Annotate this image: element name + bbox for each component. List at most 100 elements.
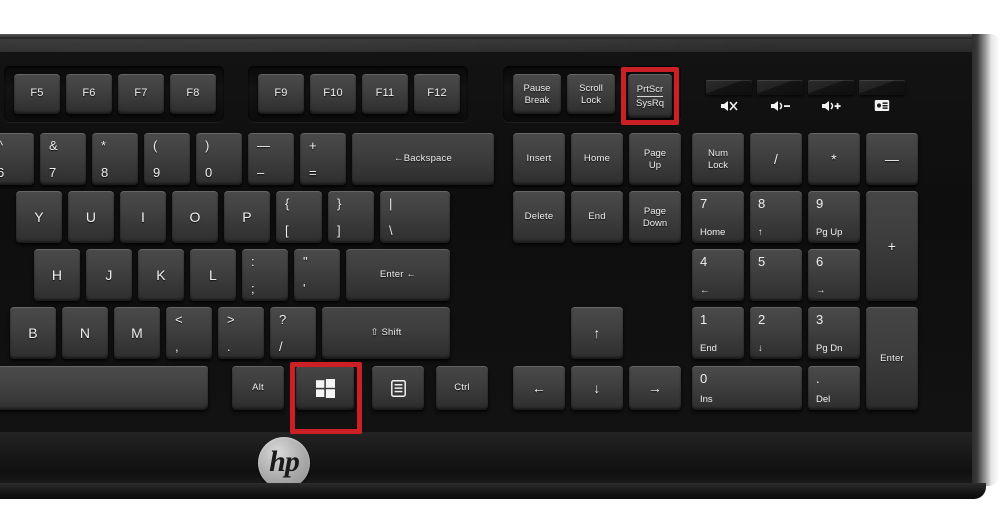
key-slash-bottom-legend: / — [279, 339, 283, 354]
key-b[interactable]: B — [10, 307, 56, 359]
key-8[interactable]: * 8 — [92, 133, 138, 185]
end-key[interactable]: End — [571, 191, 623, 243]
key-p-label: P — [242, 208, 252, 225]
numpad-1-key[interactable]: 1 End — [692, 307, 744, 359]
key-comma-bottom-legend: , — [175, 339, 179, 354]
numpad-1-key-digit: 1 — [700, 312, 708, 327]
page-up-key[interactable]: Page Up — [629, 133, 681, 185]
key-comma[interactable]: <, — [166, 307, 212, 359]
windows-key[interactable] — [296, 366, 354, 410]
right-ctrl-key-label: Ctrl — [454, 382, 470, 394]
numpad-decimal-key[interactable]: . Del — [808, 366, 860, 410]
pause-break-key[interactable]: Pause Break — [513, 74, 561, 114]
numpad-0-key[interactable]: 0 Ins — [692, 366, 802, 410]
arrow-left-key[interactable]: ← — [513, 366, 565, 410]
enter-key[interactable]: Enter ← — [346, 249, 450, 301]
key-i[interactable]: I — [120, 191, 166, 243]
backspace-key[interactable]: ←Backspace — [352, 133, 494, 185]
function-key-f9[interactable]: F9 — [258, 74, 304, 114]
numpad-0-key-function-label: Ins — [700, 394, 713, 405]
home-key-label: Home — [583, 153, 611, 165]
numpad-9-key[interactable]: 9 Pg Up — [808, 191, 860, 243]
key-minus[interactable]: — – — [248, 133, 294, 185]
key-j[interactable]: J — [86, 249, 132, 301]
volume-up-key[interactable] — [808, 80, 854, 95]
numpad-multiply-key[interactable]: * — [808, 133, 860, 185]
numpad-add-key[interactable]: + — [866, 191, 918, 301]
key-backslash[interactable]: | \ — [380, 191, 450, 243]
keyboard-top-bevel — [0, 34, 986, 39]
function-key-f9-label: F9 — [274, 87, 288, 100]
mute-key[interactable] — [706, 80, 752, 95]
right-ctrl-key[interactable]: Ctrl — [436, 366, 488, 410]
key-semicolon[interactable]: :; — [242, 249, 288, 301]
key-quote[interactable]: " ' — [294, 249, 340, 301]
function-key-f8[interactable]: F8 — [170, 74, 216, 114]
page-down-key-line1: Page — [643, 205, 667, 217]
scroll-lock-key[interactable]: Scroll Lock — [567, 74, 615, 114]
numpad-divide-key[interactable]: / — [750, 133, 802, 185]
home-key[interactable]: Home — [571, 133, 623, 185]
numpad-5-key[interactable]: 5 — [750, 249, 802, 301]
numpad-2-key[interactable]: 2 ↓ — [750, 307, 802, 359]
arrow-down-key[interactable]: ↓ — [571, 366, 623, 410]
right-alt-key[interactable]: Alt — [232, 366, 284, 410]
numpad-8-key[interactable]: 8 ↑ — [750, 191, 802, 243]
key-h[interactable]: H — [34, 249, 80, 301]
delete-key[interactable]: Delete — [513, 191, 565, 243]
key-n[interactable]: N — [62, 307, 108, 359]
key-0[interactable]: ) 0 — [196, 133, 242, 185]
key-7[interactable]: & 7 — [40, 133, 86, 185]
numpad-8-key-function-label: ↑ — [758, 227, 763, 238]
key-y[interactable]: Y — [16, 191, 62, 243]
function-key-f10[interactable]: F10 — [310, 74, 356, 114]
key-equals[interactable]: + = — [300, 133, 346, 185]
num-lock-key[interactable]: Num Lock — [692, 133, 744, 185]
numpad-4-key[interactable]: 4 ← — [692, 249, 744, 301]
right-shift-key[interactable]: ⇧ Shift — [322, 307, 450, 359]
key-bracket-right[interactable]: }] — [328, 191, 374, 243]
palm-rest — [0, 432, 986, 486]
numpad-enter-key[interactable]: Enter — [866, 307, 918, 410]
key-o[interactable]: O — [172, 191, 218, 243]
function-key-f11[interactable]: F11 — [362, 74, 408, 114]
key-k[interactable]: K — [138, 249, 184, 301]
keyboard-right-edge — [972, 34, 1000, 486]
key-6[interactable]: ^ 6 — [0, 133, 34, 185]
key-period[interactable]: >. — [218, 307, 264, 359]
numpad-3-key[interactable]: 3 Pg Dn — [808, 307, 860, 359]
numpad-6-key[interactable]: 6 → — [808, 249, 860, 301]
menu-key[interactable] — [372, 366, 424, 410]
key-j-label: J — [105, 266, 113, 283]
key-m[interactable]: M — [114, 307, 160, 359]
key-9[interactable]: (9 — [144, 133, 190, 185]
space-key[interactable] — [0, 366, 208, 410]
key-0-top-legend: ) — [205, 138, 210, 153]
key-p[interactable]: P — [224, 191, 270, 243]
arrow-up-key[interactable]: ↑ — [571, 307, 623, 359]
key-l[interactable]: L — [190, 249, 236, 301]
function-key-f5[interactable]: F5 — [14, 74, 60, 114]
function-key-f8-label: F8 — [186, 87, 200, 100]
arrow-right-key[interactable]: → — [629, 366, 681, 410]
key-8-top-legend: * — [101, 138, 107, 153]
function-key-f7[interactable]: F7 — [118, 74, 164, 114]
key-u[interactable]: U — [68, 191, 114, 243]
function-key-f12[interactable]: F12 — [414, 74, 460, 114]
function-key-f6[interactable]: F6 — [66, 74, 112, 114]
volume-down-key[interactable] — [757, 80, 803, 95]
right-alt-key-label: Alt — [252, 382, 264, 394]
key-bracket-left[interactable]: {[ — [276, 191, 322, 243]
page-down-key[interactable]: Page Down — [629, 191, 681, 243]
numpad-subtract-key[interactable]: — — [866, 133, 918, 185]
print-screen-key-line2: SysRq — [636, 97, 664, 109]
key-0-bottom-legend: 0 — [205, 165, 213, 180]
media-player-key[interactable] — [859, 80, 905, 95]
key-slash[interactable]: ? / — [270, 307, 316, 359]
insert-key[interactable]: Insert — [513, 133, 565, 185]
mute-icon — [706, 99, 752, 113]
numpad-7-key[interactable]: 7 Home — [692, 191, 744, 243]
print-screen-key[interactable]: PrtScr SysRq — [628, 74, 672, 118]
key-backslash-top-legend: | — [389, 196, 393, 211]
key-semicolon-top-legend: : — [251, 254, 255, 269]
